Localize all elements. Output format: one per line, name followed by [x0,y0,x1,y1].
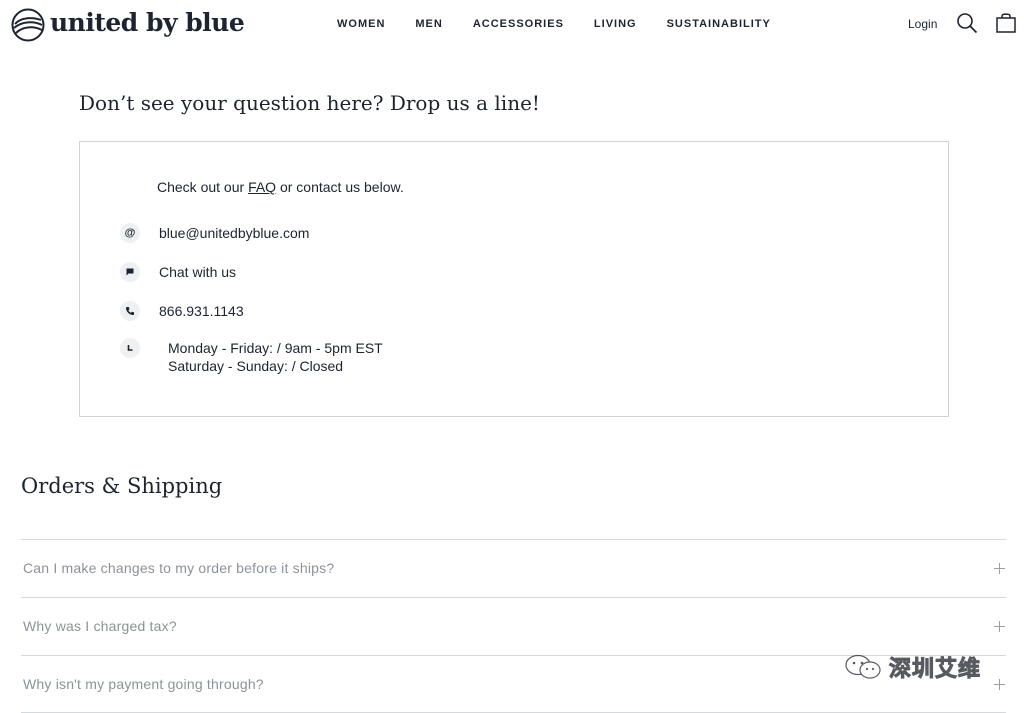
nav-sustainability[interactable]: SUSTAINABILITY [667,17,771,31]
intro-text-after: or contact us below. [276,179,404,195]
faq-accordion: Can I make changes to my order before it… [21,539,1006,713]
contact-heading: Don’t see your question here? Drop us a … [79,91,540,115]
clock-icon [120,338,140,358]
watermark: 深圳艾维 [843,651,981,683]
contact-chat-row[interactable]: Chat with us [120,262,236,282]
contact-hours-row: Monday - Friday: / 9am - 5pm EST Saturda… [120,338,383,375]
watermark-text: 深圳艾维 [888,657,982,683]
search-icon[interactable] [956,12,978,34]
hours-weekend: Saturday - Sunday: / Closed [168,358,344,374]
business-hours: Monday - Friday: / 9am - 5pm EST Saturda… [168,339,383,375]
logo-globe-icon [11,8,45,42]
contact-phone[interactable]: 866.931.1143 [159,302,244,320]
faq-item[interactable]: Why was I charged tax? [21,597,1006,655]
contact-phone-row[interactable]: 866.931.1143 [120,301,244,321]
faq-item[interactable]: Can I make changes to my order before it… [21,539,1006,597]
shopping-bag-icon[interactable] [995,12,1017,34]
wechat-icon [845,654,881,679]
at-sign-icon: @ [120,223,140,243]
plus-icon[interactable] [994,563,1005,574]
faq-question[interactable]: Why isn't my payment going through? [23,676,264,692]
hours-weekday: Monday - Friday: / 9am - 5pm EST [168,340,383,356]
nav-accessories[interactable]: ACCESSORIES [473,17,564,31]
plus-icon[interactable] [994,679,1005,690]
contact-email[interactable]: blue@unitedbyblue.com [159,224,309,242]
brand-logo[interactable]: united by blue [11,7,245,43]
contact-card: Check out our FAQ or contact us below. @… [79,141,949,417]
nav-living[interactable]: LIVING [594,17,637,31]
orders-shipping-title: Orders & Shipping [21,474,223,498]
site-header: united by blue WOMEN MEN ACCESSORIES LIV… [0,0,1024,50]
faq-question[interactable]: Can I make changes to my order before it… [23,560,334,576]
phone-icon [120,301,140,321]
plus-icon[interactable] [994,621,1005,632]
contact-chat[interactable]: Chat with us [159,263,236,281]
nav-women[interactable]: WOMEN [337,17,385,31]
chat-bubble-icon [120,262,140,282]
main-nav: WOMEN MEN ACCESSORIES LIVING SUSTAINABIL… [337,17,801,31]
faq-question[interactable]: Why was I charged tax? [23,618,177,634]
contact-intro: Check out our FAQ or contact us below. [157,179,404,195]
intro-text-before: Check out our [157,179,249,195]
login-link[interactable]: Login [908,17,937,31]
contact-email-row[interactable]: @ blue@unitedbyblue.com [120,223,309,243]
logo-wordmark: united by blue [50,8,245,37]
nav-men[interactable]: MEN [415,17,442,31]
faq-link[interactable]: FAQ [248,179,276,195]
